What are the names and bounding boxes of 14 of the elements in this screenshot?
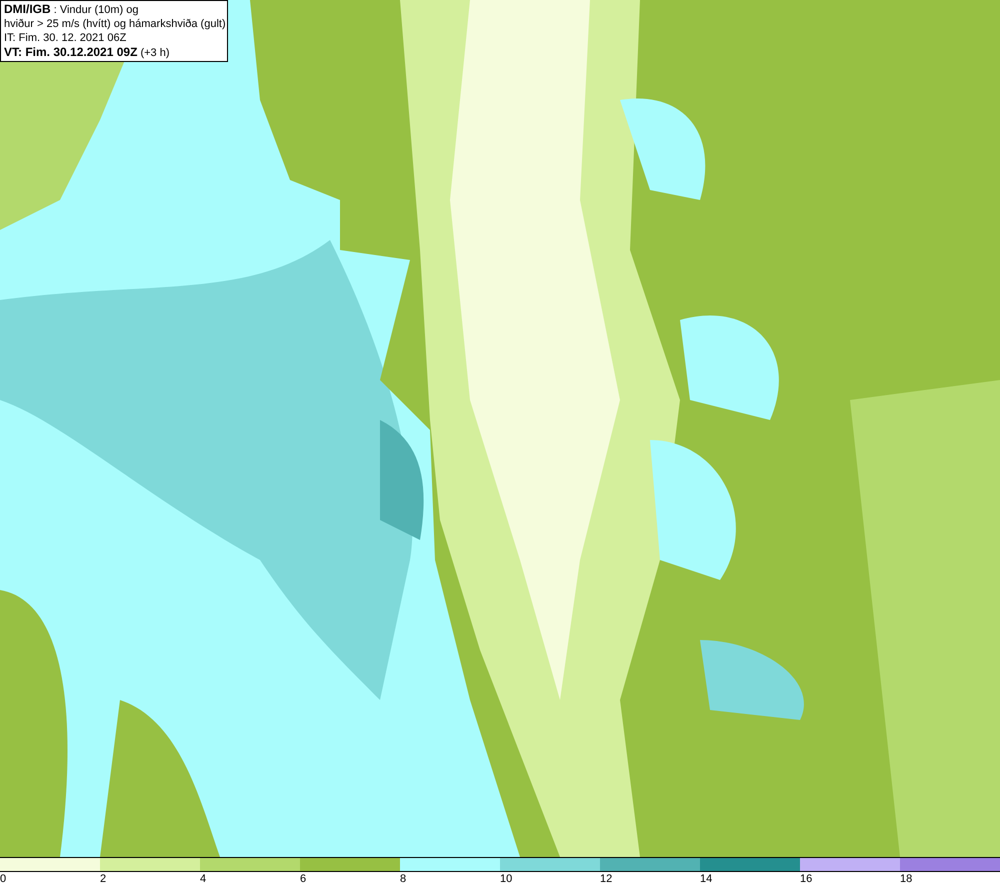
scale-label: 18 [900, 872, 912, 887]
info-text: hviður > 25 m/s (hvítt) og hámarkshviða (gult) [4, 17, 224, 31]
scale-label: 4 [200, 872, 206, 887]
scale-label: 8 [400, 872, 406, 887]
scale-label: 12 [600, 872, 612, 887]
info-text: IT: Fim. 30. 12. 2021 06Z [4, 31, 128, 45]
scale-label: 6 [300, 872, 306, 887]
scale-label: 10 [500, 872, 512, 887]
info-text: VT: Fim. 30.12.2021 09Z (+3 h) [4, 45, 171, 60]
scale-label: 0 [0, 872, 6, 887]
info-text: DMI/IGB : Vindur (10m) og [4, 2, 140, 17]
scale-label: 2 [100, 872, 106, 887]
scale-label: 16 [800, 872, 812, 887]
scale-label: 14 [700, 872, 712, 887]
